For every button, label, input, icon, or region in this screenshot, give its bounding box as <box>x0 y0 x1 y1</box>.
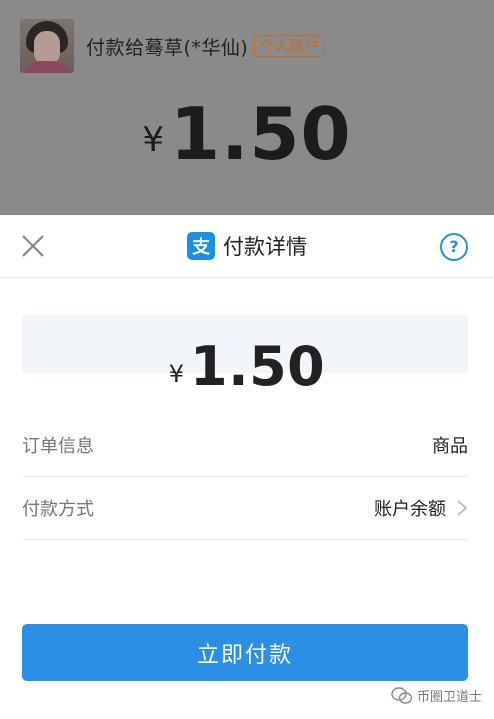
pay-now-button[interactable]: 立即付款 <box>22 624 468 681</box>
payment-method-value: 账户余额 <box>374 495 468 521</box>
order-info-value: 商品 <box>432 436 468 457</box>
wechat-icon <box>391 686 413 704</box>
alipay-logo-icon: 支 <box>187 232 215 260</box>
sheet-title-text: 付款详情 <box>223 235 307 259</box>
avatar <box>20 19 74 73</box>
account-type-badge: 个人账户 <box>254 35 325 57</box>
payment-method-text: 账户余额 <box>374 499 446 520</box>
background-amount: ¥1.50 <box>0 92 494 176</box>
background-payment-page: 付款给蓦草(*华仙) 个人账户 ¥1.50 <box>0 0 494 215</box>
chevron-right-icon <box>457 500 468 516</box>
payment-amount: ¥1.50 <box>0 335 494 398</box>
payee-name: 付款给蓦草(*华仙) <box>86 36 249 59</box>
payment-method-label: 付款方式 <box>22 499 94 520</box>
order-info-row: 订单信息 商品 <box>22 414 468 477</box>
payment-method-row[interactable]: 付款方式 账户余额 <box>22 477 468 540</box>
watermark-text: 币圈卫道士 <box>416 690 482 705</box>
watermark: 币圈卫道士 <box>391 686 482 705</box>
amount-value: 1.50 <box>190 335 326 398</box>
sheet-title: 支 付款详情 <box>0 231 494 261</box>
payment-details-sheet: 支 付款详情 ? ¥1.50 订单信息 商品 付款方式 账户余额 立即付款 币圈… <box>0 215 494 719</box>
payee-header: 付款给蓦草(*华仙) 个人账户 <box>20 18 325 74</box>
background-currency-symbol: ¥ <box>142 120 164 160</box>
help-icon[interactable]: ? <box>440 233 468 261</box>
sheet-titlebar: 支 付款详情 ? <box>0 215 494 278</box>
background-amount-value: 1.50 <box>169 92 352 176</box>
currency-symbol: ¥ <box>168 360 185 388</box>
order-info-label: 订单信息 <box>22 436 94 457</box>
